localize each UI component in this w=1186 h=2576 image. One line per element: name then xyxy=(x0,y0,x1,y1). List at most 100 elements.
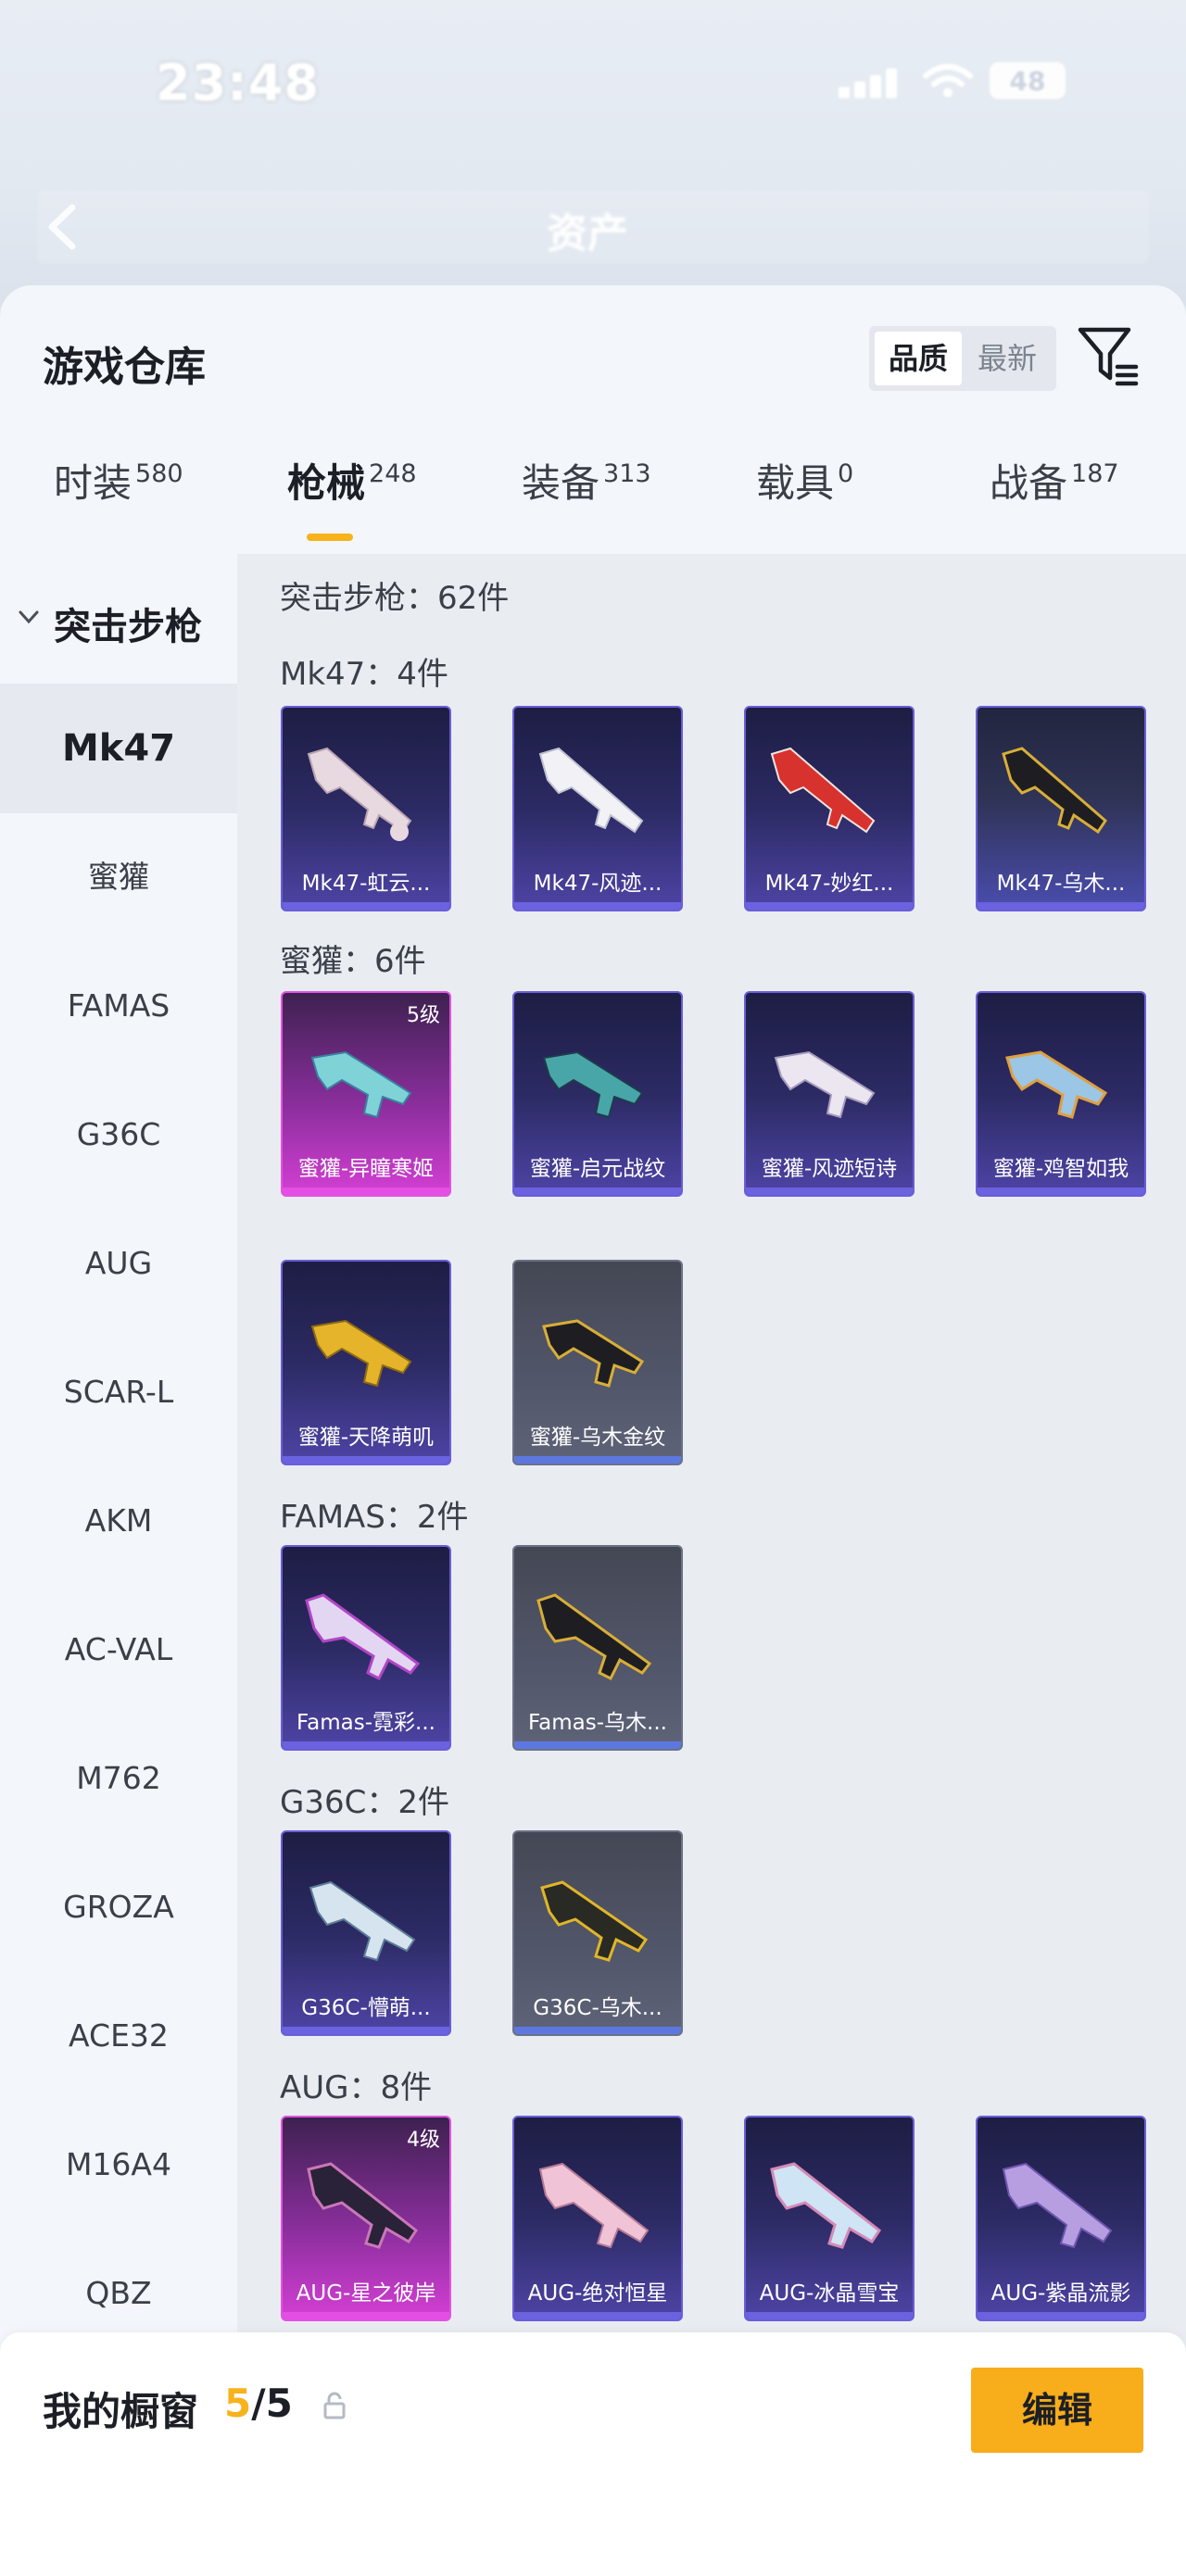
skin-card[interactable]: Mk47-虹云... xyxy=(281,706,451,911)
tab-label: 枪械 xyxy=(287,460,366,506)
weapon-type-sidebar: 突击步枪 Mk47 蜜獾 FAMAS G36C AUG SCAR-L AKM A… xyxy=(0,554,237,2576)
rarity-bar xyxy=(514,902,681,910)
tab-label: 战备 xyxy=(990,460,1068,506)
sidebar-item-m16a4[interactable]: M16A4 xyxy=(0,2100,237,2230)
edit-button[interactable]: 编辑 xyxy=(971,2368,1143,2453)
rarity-bar xyxy=(514,1187,681,1195)
tab-count: 0 xyxy=(838,459,854,488)
active-tab-indicator xyxy=(307,534,353,541)
skin-name: AUG-紫晶流影 xyxy=(990,2281,1131,2306)
sidebar-item-ace32[interactable]: ACE32 xyxy=(0,1971,237,2101)
sidebar-group-label: 突击步枪 xyxy=(54,606,202,648)
tab-label: 时装 xyxy=(54,460,132,506)
sidebar-item-honey-badger[interactable]: 蜜獾 xyxy=(0,812,237,942)
smg-icon xyxy=(774,1050,876,1119)
sidebar-item-m762[interactable]: M762 xyxy=(0,1714,237,1843)
sidebar-group-assault-rifles[interactable]: 突击步枪 xyxy=(0,554,237,684)
skin-card[interactable]: 蜜獾-鸡智如我 xyxy=(976,991,1146,1197)
skin-card[interactable]: 蜜獾-天降萌叽 xyxy=(281,1260,451,1465)
rifle-icon xyxy=(770,2162,882,2249)
rifle-icon xyxy=(770,747,876,834)
rarity-bar xyxy=(978,1187,1144,1195)
showcase-label: 我的橱窗 xyxy=(43,2389,199,2434)
sidebar-item-groza[interactable]: GROZA xyxy=(0,1842,237,1972)
tab-guns[interactable]: 枪械 248 xyxy=(287,452,417,535)
tab-fashion[interactable]: 时装 580 xyxy=(54,452,183,535)
showcase-bar: 我的橱窗 5/5 编辑 xyxy=(0,2332,1186,2576)
showcase-count: 5/5 xyxy=(224,2381,293,2426)
rifle-icon xyxy=(538,747,644,834)
skin-card[interactable]: 蜜獾-启元战纹 xyxy=(512,991,683,1197)
skin-card[interactable]: AUG-绝对恒星 xyxy=(512,2116,683,2321)
rarity-bar xyxy=(978,2312,1144,2319)
warehouse-sheet: 游戏仓库 品质 最新 时装 580 枪械 248 装备 313 载具 0 战备 187 突… xyxy=(0,285,1186,2576)
weapon-skin-list: 突击步枪：62件 Mk47：4件 Mk47-虹云... Mk47-风迹... M… xyxy=(237,554,1186,2576)
rarity-bar xyxy=(283,1187,449,1195)
status-bar: 23:48 48 xyxy=(0,37,1186,112)
skin-card[interactable]: 蜜獾-乌木金纹 xyxy=(512,1260,683,1465)
skin-name: 蜜獾-鸡智如我 xyxy=(992,1157,1129,1181)
sidebar-item-g36c[interactable]: G36C xyxy=(0,1070,237,1200)
header-title: 资产 xyxy=(547,210,628,258)
battery-icon: 48 xyxy=(990,62,1066,99)
rifle-icon xyxy=(536,1593,652,1681)
rarity-bar xyxy=(283,1741,449,1749)
skin-name: Mk47-风迹... xyxy=(533,872,662,896)
sidebar-item-mk47[interactable]: Mk47 xyxy=(0,684,237,813)
rarity-bar xyxy=(283,1456,449,1464)
smg-icon xyxy=(310,1319,412,1388)
skin-card[interactable]: 蜜獾-风迹短诗 xyxy=(744,991,915,1197)
tab-label: 载具 xyxy=(756,460,835,506)
sidebar-item-aug[interactable]: AUG xyxy=(0,1199,237,1328)
tab-count: 580 xyxy=(135,459,183,488)
smg-icon xyxy=(1005,1050,1108,1119)
sidebar-item-scar-l[interactable]: SCAR-L xyxy=(0,1327,237,1457)
back-chevron-icon[interactable] xyxy=(41,202,85,252)
skin-card[interactable]: Mk47-乌木... xyxy=(976,706,1146,911)
tab-label: 装备 xyxy=(522,460,600,506)
tab-equipment[interactable]: 装备 313 xyxy=(522,452,651,535)
section-title: AUG：8件 xyxy=(280,2069,433,2106)
sort-newest-button[interactable]: 最新 xyxy=(964,332,1051,385)
sort-quality-button[interactable]: 品质 xyxy=(875,332,962,385)
signal-icon xyxy=(839,65,900,98)
skin-name: AUG-冰晶雪宝 xyxy=(759,2281,900,2306)
tab-count: 248 xyxy=(369,459,417,488)
tab-vehicles[interactable]: 载具 0 xyxy=(756,452,853,535)
skin-card[interactable]: G36C-懵萌... xyxy=(281,1830,451,2036)
section-title: G36C：2件 xyxy=(280,1784,449,1821)
rifle-icon xyxy=(1002,747,1107,835)
skin-card[interactable]: Mk47-风迹... xyxy=(512,706,683,911)
rifle-icon xyxy=(307,747,412,841)
sidebar-item-ac-val[interactable]: AC-VAL xyxy=(0,1585,237,1715)
skin-card[interactable]: AUG-紫晶流影 xyxy=(976,2116,1146,2321)
rarity-bar xyxy=(514,1456,681,1464)
skin-card[interactable]: 5级 蜜獾-异瞳寒姬 xyxy=(281,991,451,1197)
sidebar-item-famas[interactable]: FAMAS xyxy=(0,941,237,1071)
rarity-bar xyxy=(978,902,1144,910)
skin-card[interactable]: 4级 AUG-星之彼岸 xyxy=(281,2116,451,2321)
skin-name: Famas-乌木... xyxy=(528,1711,667,1735)
rifle-icon xyxy=(1002,2162,1113,2249)
skin-card[interactable]: G36C-乌木... xyxy=(512,1830,683,2036)
skin-name: 蜜獾-异瞳寒姬 xyxy=(297,1157,435,1181)
smg-icon xyxy=(310,1050,412,1119)
filter-icon[interactable] xyxy=(1077,324,1140,389)
skin-name: 蜜獾-风迹短诗 xyxy=(761,1157,898,1181)
sort-toggle: 品质 最新 xyxy=(869,326,1056,391)
tab-supplies[interactable]: 战备 187 xyxy=(990,452,1119,535)
rarity-bar xyxy=(514,2027,681,2034)
skin-name: Famas-霓彩... xyxy=(296,1711,435,1735)
skin-card[interactable]: Mk47-妙红... xyxy=(744,706,915,911)
smg-icon xyxy=(542,1050,644,1119)
tab-count: 313 xyxy=(603,459,651,488)
category-total: 突击步枪：62件 xyxy=(280,580,510,617)
skin-card[interactable]: AUG-冰晶雪宝 xyxy=(744,2116,915,2321)
skin-card[interactable]: Famas-霓彩... xyxy=(281,1545,451,1751)
rarity-bar xyxy=(283,2027,449,2034)
skin-name: AUG-星之彼岸 xyxy=(296,2281,436,2306)
sidebar-item-akm[interactable]: AKM xyxy=(0,1456,237,1586)
rarity-bar xyxy=(514,1741,681,1749)
section-title: 蜜獾：6件 xyxy=(280,943,426,980)
skin-card[interactable]: Famas-乌木... xyxy=(512,1545,683,1751)
